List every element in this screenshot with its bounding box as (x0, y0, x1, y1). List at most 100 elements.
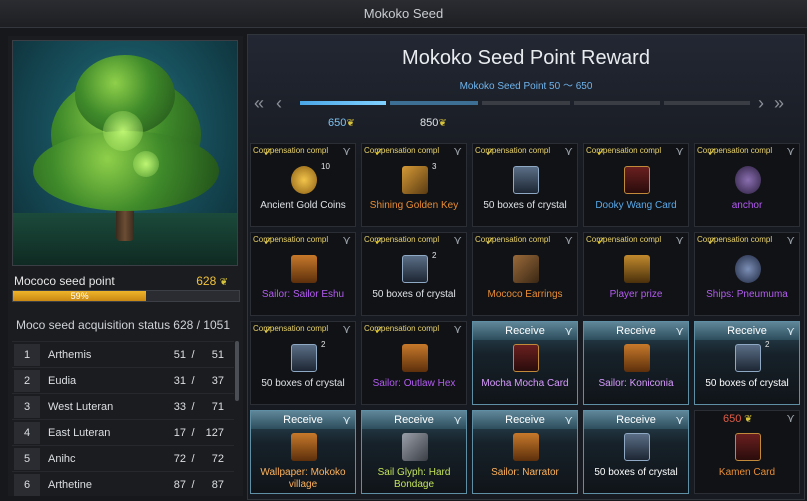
region-row[interactable]: 6 Arthetine 87 / 87 (12, 471, 234, 497)
region-name: Eudia (48, 374, 77, 387)
reward-cell[interactable]: Compensation compl ✓ ⋎ Dooky Wang Card (583, 143, 689, 227)
chevron-badge-icon: ⋎ (453, 233, 462, 247)
chevron-badge-icon: ⋎ (675, 413, 684, 427)
receive-button[interactable]: Receive (251, 411, 355, 429)
tier-point-850: 850❦ (420, 117, 447, 129)
tier-point-650: 650❦ (328, 117, 355, 129)
reward-cell[interactable]: Compensation compl ✓ ⋎ Sailor: Outlaw Hex (361, 321, 467, 405)
chevron-badge-icon: ⋎ (342, 322, 351, 336)
region-index: 5 (14, 447, 40, 470)
reward-cell[interactable]: 650 ❦ ⋎ Kamen Card (694, 410, 800, 494)
item-quantity: 10 (321, 162, 330, 171)
region-row[interactable]: 5 Anihc 72 / 72 (12, 445, 234, 471)
region-total: 72 (211, 452, 224, 465)
receive-button[interactable]: Receive (362, 411, 466, 429)
chevron-badge-icon: ⋎ (786, 233, 795, 247)
region-collected: 33 (173, 400, 186, 413)
left-panel: Mococo seed point 628 ❦ 59% Moco seed ac… (8, 36, 243, 496)
nav-first-button[interactable]: « (254, 93, 264, 114)
seed-icon: ❦ (346, 118, 355, 129)
acquisition-header: Moco seed acquisition status 628 / 1051 (12, 318, 240, 336)
reward-cell[interactable]: Receive ⋎ Mocha Mocha Card (472, 321, 578, 405)
nav-last-button[interactable]: » (774, 93, 784, 114)
reward-cell[interactable]: Compensation compl ✓ ⋎ Player prize (583, 232, 689, 316)
check-icon: ✓ (707, 145, 718, 159)
scroll-icon (291, 433, 317, 461)
receive-button[interactable]: Receive (584, 322, 688, 340)
region-collected: 72 (173, 452, 186, 465)
reward-cell[interactable]: Compensation compl ✓ ⋎ Ships: Pneumuma (694, 232, 800, 316)
reward-cell[interactable]: Compensation compl ✓ ⋎ 50 boxes of crystal (472, 143, 578, 227)
chest-icon (291, 344, 317, 372)
region-name: West Luteran (48, 400, 114, 413)
nav-prev-button[interactable]: ‹ (276, 93, 282, 114)
reward-name: Sailor: Narrator (491, 467, 559, 478)
receive-button[interactable]: Receive (473, 322, 577, 340)
chevron-badge-icon: ⋎ (453, 413, 462, 427)
chest-icon (624, 433, 650, 461)
reward-cell[interactable]: Receive ⋎ Sail Glyph: Hard Bondage (361, 410, 467, 494)
chevron-badge-icon: ⋎ (675, 144, 684, 158)
region-separator: / (191, 400, 195, 413)
tier-segment (300, 101, 386, 105)
region-collected: 51 (173, 348, 186, 361)
reward-cell[interactable]: Compensation compl ✓ ⋎ 2 50 boxes of crystal (361, 232, 467, 316)
chest-icon (735, 344, 761, 372)
glow-spark (133, 151, 159, 177)
reward-name: Sailor: Sailor Eshu (261, 289, 345, 300)
nav-next-button[interactable]: › (758, 93, 764, 114)
key-icon (402, 166, 428, 194)
region-row[interactable]: 1 Arthemis 51 / 51 (12, 341, 234, 367)
region-total: 51 (211, 348, 224, 361)
region-separator: / (191, 348, 195, 361)
receive-button[interactable]: Receive (584, 411, 688, 429)
check-icon: ✓ (374, 323, 385, 337)
region-separator: / (191, 426, 195, 439)
reward-name: Mocha Mocha Card (481, 378, 569, 389)
reward-cell[interactable]: Compensation compl ✓ ⋎ 3 Shining Golden Key (361, 143, 467, 227)
region-row[interactable]: 2 Eudia 31 / 37 (12, 367, 234, 393)
check-icon: ✓ (596, 145, 607, 159)
reward-cell[interactable]: Receive ⋎ 50 boxes of crystal (583, 410, 689, 494)
region-row[interactable]: 4 East Luteran 17 / 127 (12, 419, 234, 445)
seed-icon: ❦ (438, 118, 447, 129)
window-title: Mokoko Seed (0, 0, 807, 28)
reward-cell[interactable]: Compensation compl ✓ ⋎ 2 50 boxes of crystal (250, 321, 356, 405)
card-icon (624, 166, 650, 194)
item-quantity: 3 (432, 162, 437, 171)
scroll-icon (624, 344, 650, 372)
scroll-icon (513, 433, 539, 461)
seed-icon: ❦ (741, 414, 753, 425)
reward-name: Kamen Card (718, 467, 776, 478)
region-index: 4 (14, 421, 40, 444)
region-separator: / (191, 374, 195, 387)
region-index: 6 (14, 473, 40, 496)
check-icon: ✓ (485, 234, 496, 248)
reward-cell[interactable]: Receive ⋎ Wallpaper: Mokoko village (250, 410, 356, 494)
reward-cell[interactable]: Compensation compl ✓ ⋎ anchor (694, 143, 800, 227)
tree-illustration (12, 40, 238, 266)
card-icon (735, 433, 761, 461)
seed-progress-bar: 59% (12, 290, 240, 302)
reward-cell[interactable]: Compensation compl ✓ ⋎ Sailor: Sailor Eshu (250, 232, 356, 316)
reward-name: Sailor: Outlaw Hex (372, 378, 456, 389)
region-collected: 87 (173, 478, 186, 491)
reward-cell[interactable]: Compensation compl ✓ ⋎ Mococo Earrings (472, 232, 578, 316)
reward-cell[interactable]: Receive ⋎ Sailor: Koniconia (583, 321, 689, 405)
coin-icon (291, 166, 317, 194)
reward-name: 50 boxes of crystal (705, 378, 789, 389)
receive-button[interactable]: Receive (695, 322, 799, 340)
reward-cell[interactable]: Receive ⋎ 2 50 boxes of crystal (694, 321, 800, 405)
reward-name: Wallpaper: Mokoko village (260, 467, 346, 490)
scroll-icon (402, 344, 428, 372)
reward-name: Sailor: Koniconia (598, 378, 674, 389)
reward-cell[interactable]: Receive ⋎ Sailor: Narrator (472, 410, 578, 494)
receive-button[interactable]: Receive (473, 411, 577, 429)
scrollbar[interactable] (235, 341, 239, 401)
tier-segment (574, 101, 660, 105)
chevron-badge-icon: ⋎ (675, 233, 684, 247)
ship-icon (735, 255, 761, 283)
region-row[interactable]: 3 West Luteran 33 / 71 (12, 393, 234, 419)
seed-point-label: Mococo seed point (14, 274, 115, 288)
reward-cell[interactable]: Compensation compl ✓ ⋎ 10 Ancient Gold Coins (250, 143, 356, 227)
